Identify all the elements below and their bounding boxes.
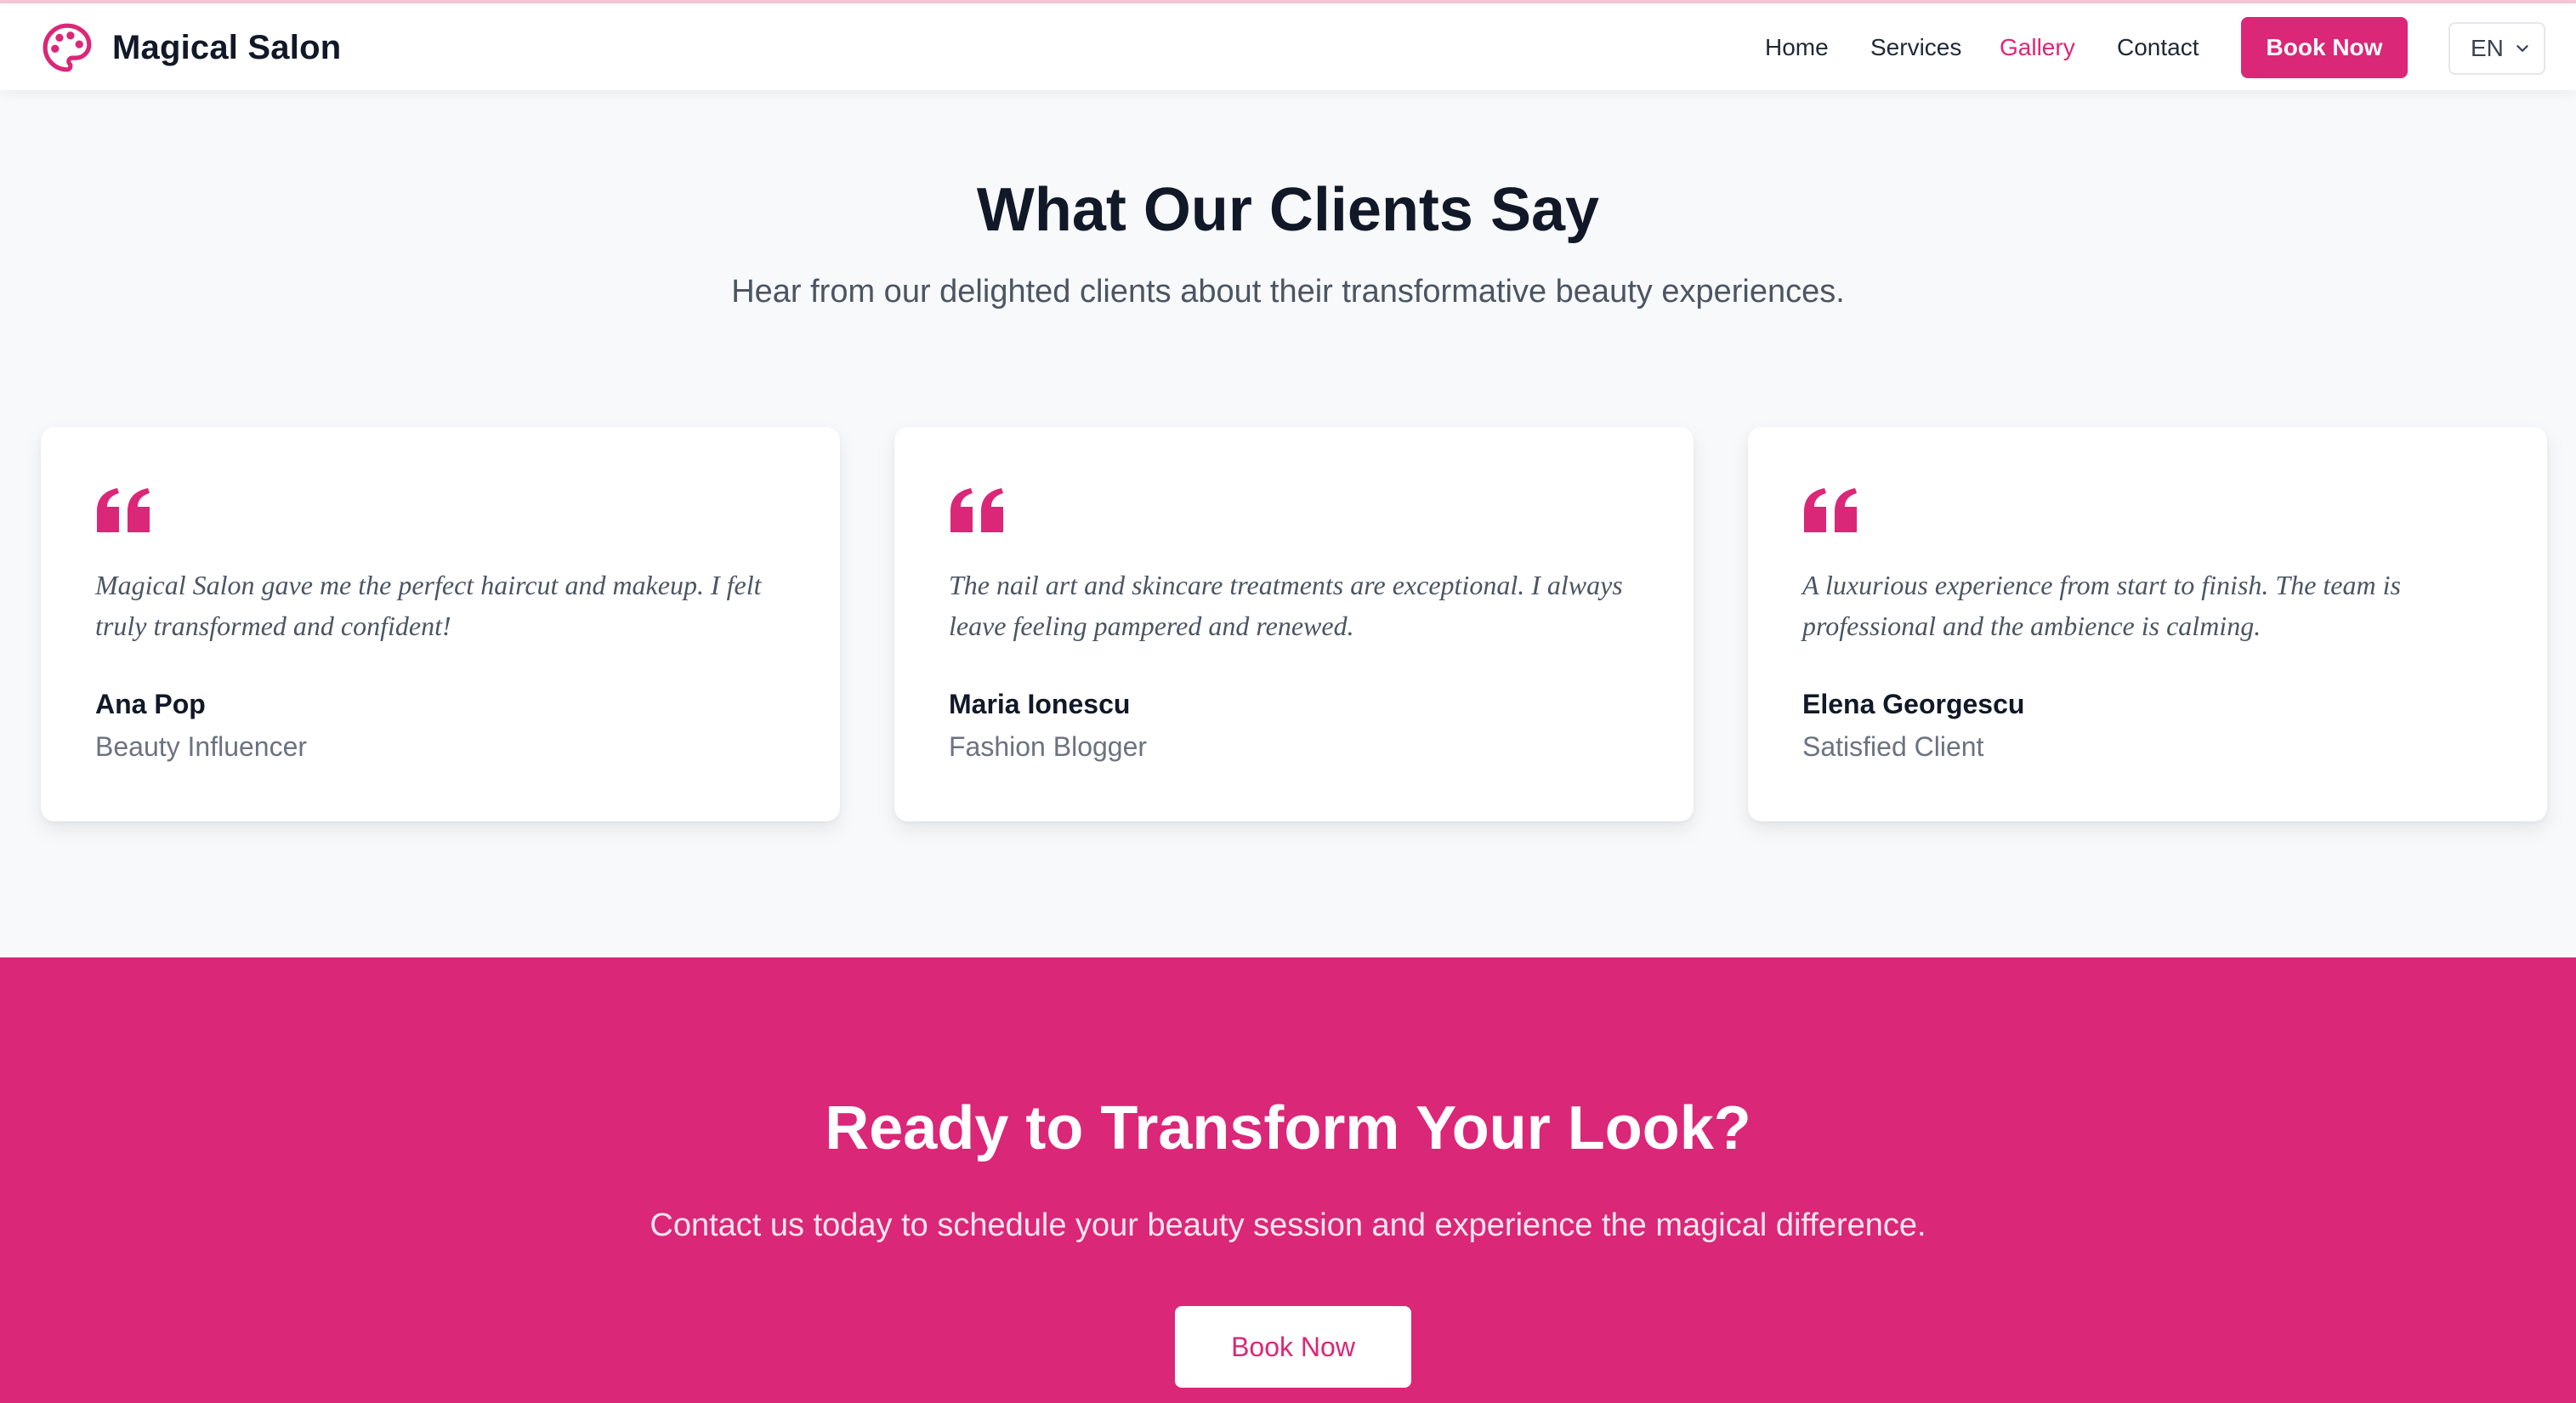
- brand-name: Magical Salon: [112, 28, 342, 66]
- cta-book-now-button[interactable]: Book Now: [1175, 1306, 1411, 1388]
- testimonial-role: Fashion Blogger: [949, 731, 1148, 762]
- testimonial-card: The nail art and skincare treatments are…: [894, 427, 1694, 821]
- nav-home[interactable]: Home: [1765, 34, 1829, 61]
- quote-icon: [950, 488, 1003, 532]
- cta-section: Ready to Transform Your Look? Contact us…: [0, 957, 2576, 1403]
- testimonial-card: A luxurious experience from start to fin…: [1748, 427, 2547, 821]
- chevron-down-icon: [2516, 45, 2528, 52]
- header-book-now-button[interactable]: Book Now: [2241, 17, 2408, 78]
- language-select[interactable]: EN: [2448, 22, 2545, 75]
- testimonial-quote: A luxurious experience from start to fin…: [1802, 570, 2401, 641]
- testimonial-role: Satisfied Client: [1802, 731, 1984, 762]
- testimonial-author: Maria Ionescu: [949, 689, 1131, 719]
- testimonial-role: Beauty Influencer: [95, 731, 308, 762]
- testimonial-card: Magical Salon gave me the perfect haircu…: [41, 427, 840, 821]
- language-value: EN: [2471, 35, 2504, 61]
- site-header: Magical Salon Home Services Gallery Cont…: [0, 3, 2576, 90]
- nav-services[interactable]: Services: [1870, 34, 1961, 61]
- palette-icon: [43, 23, 92, 72]
- quote-icon: [1804, 488, 1857, 532]
- testimonial-quote: Magical Salon gave me the perfect haircu…: [95, 570, 762, 641]
- testimonials-title: What Our Clients Say: [976, 176, 1600, 244]
- testimonial-author: Ana Pop: [95, 689, 206, 719]
- brand[interactable]: Magical Salon: [41, 20, 341, 75]
- testimonial-quote: The nail art and skincare treatments are…: [949, 570, 1623, 641]
- nav-gallery[interactable]: Gallery: [2000, 34, 2075, 61]
- testimonial-author: Elena Georgescu: [1802, 689, 2025, 719]
- cta-title: Ready to Transform Your Look?: [825, 1094, 1751, 1162]
- testimonials-subtitle: Hear from our delighted clients about th…: [731, 274, 1845, 310]
- cta-subtitle: Contact us today to schedule your beauty…: [650, 1207, 1926, 1243]
- quote-icon: [97, 488, 150, 532]
- nav-contact[interactable]: Contact: [2117, 34, 2199, 61]
